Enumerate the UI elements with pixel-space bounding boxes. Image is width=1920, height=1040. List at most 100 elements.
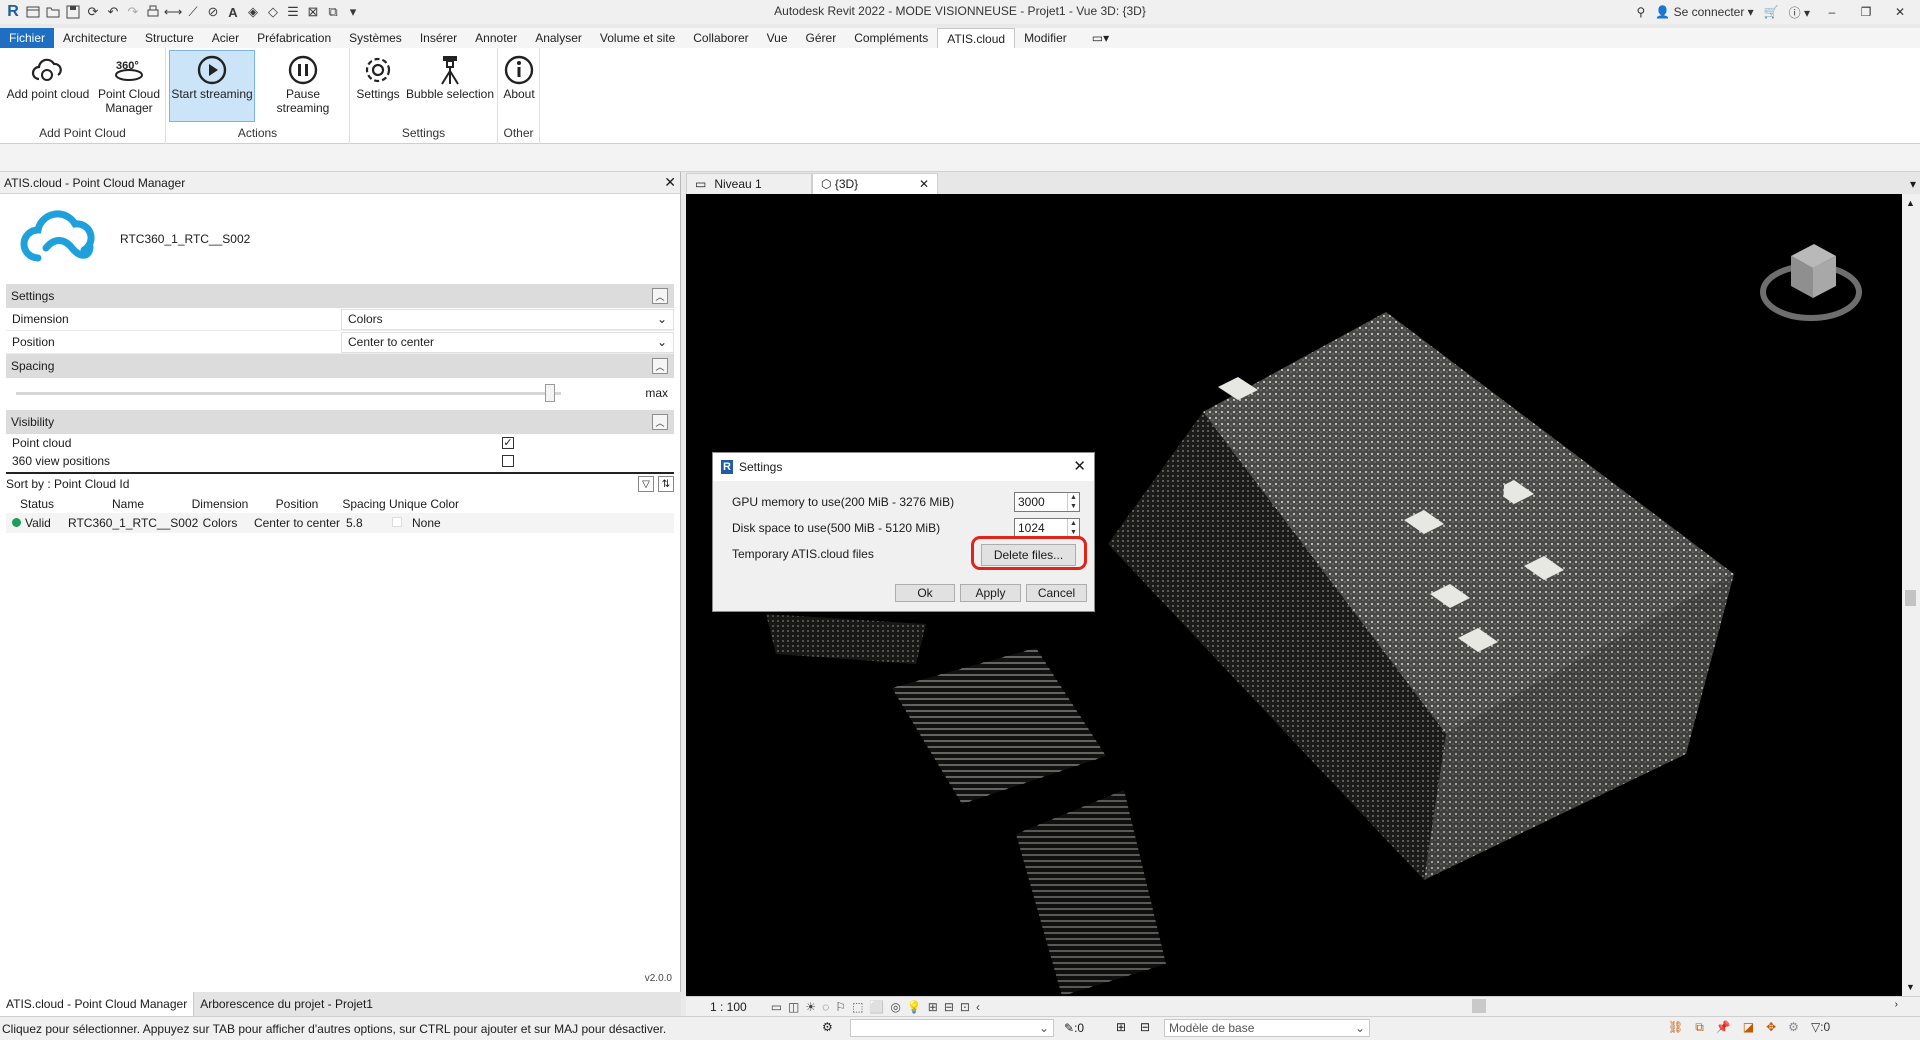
tab-annoter[interactable]: Annoter — [466, 28, 526, 48]
close-tab-icon[interactable]: ✕ — [919, 177, 929, 191]
start-streaming-button[interactable]: Start streaming — [169, 50, 255, 122]
background-process-icon[interactable]: ⚙ — [1788, 1020, 1799, 1035]
drag-elements-icon[interactable]: ✥ — [1766, 1020, 1776, 1035]
filter-status[interactable]: ▽:0 — [1811, 1020, 1830, 1035]
workset-icon[interactable]: ⚙ — [822, 1020, 833, 1034]
customize-qat-icon[interactable]: ▾ — [344, 3, 362, 21]
tab-collaborer[interactable]: Collaborer — [684, 28, 757, 48]
tab-fichier[interactable]: Fichier — [0, 28, 55, 48]
reveal-hidden-icon[interactable]: 💡 — [907, 1000, 922, 1014]
sync-icon[interactable]: ⟳ — [84, 3, 102, 21]
ok-button[interactable]: Ok — [895, 584, 955, 602]
pause-streaming-button[interactable]: Pause streaming — [258, 51, 348, 115]
spacing-slider-track[interactable] — [16, 392, 561, 395]
spin-up-icon[interactable]: ▲ — [1068, 519, 1079, 528]
detail-level-icon[interactable]: ▭ — [771, 1000, 782, 1014]
point-cloud-manager-button[interactable]: 360° Point Cloud Manager — [96, 51, 162, 115]
cart-icon[interactable]: 🛒 — [1764, 5, 1779, 19]
exclude-options-icon[interactable]: ⊟ — [1140, 1020, 1150, 1034]
view-tabs-menu-icon[interactable]: ▾ — [1906, 177, 1920, 194]
position-select[interactable]: Center to center ⌄ — [341, 331, 674, 353]
tab-complements[interactable]: Compléments — [845, 28, 937, 48]
col-dimension[interactable]: Dimension — [188, 497, 252, 511]
tab-gerer[interactable]: Gérer — [797, 28, 846, 48]
tab-3d[interactable]: ⬡ {3D} ✕ — [812, 173, 938, 194]
view-scale[interactable]: 1 : 100 — [686, 1000, 771, 1014]
scroll-up-icon[interactable]: ▲ — [1906, 198, 1915, 208]
scroll-right-icon[interactable]: › — [1895, 999, 1898, 1010]
select-by-face-icon[interactable]: ◪ — [1743, 1020, 1754, 1035]
tab-vue[interactable]: Vue — [758, 28, 797, 48]
viewport-scrollbar[interactable]: ▲ ▼ — [1902, 194, 1920, 996]
tab-systemes[interactable]: Systèmes — [340, 28, 411, 48]
point-cloud-checkbox[interactable]: ✓ — [502, 437, 514, 449]
cancel-button[interactable]: Cancel — [1026, 584, 1087, 602]
sun-path-icon[interactable]: ☀ — [805, 1000, 816, 1014]
close-icon[interactable]: ✕ — [664, 174, 676, 191]
gpu-memory-stepper[interactable]: 3000 ▲ ▼ — [1014, 492, 1080, 512]
revit-logo-icon[interactable]: R — [4, 3, 22, 21]
col-name[interactable]: Name — [68, 497, 188, 511]
switch-windows-icon[interactable]: ⧉ — [324, 3, 342, 21]
spin-down-icon[interactable]: ▼ — [1068, 502, 1079, 511]
tab-acier[interactable]: Acier — [203, 28, 248, 48]
print-icon[interactable] — [144, 3, 162, 21]
measure-icon[interactable]: ⟷ — [164, 3, 183, 21]
help-icon[interactable]: ⓘ ▾ — [1789, 4, 1810, 21]
section-icon[interactable]: ◇ — [264, 3, 282, 21]
tab-prefabrication[interactable]: Préfabrication — [248, 28, 340, 48]
view-cube[interactable] — [1760, 244, 1862, 321]
binoculars-icon[interactable]: ⚲ — [1637, 5, 1646, 19]
about-button[interactable]: About — [500, 51, 538, 101]
collapse-spacing-button[interactable]: ︿ — [652, 358, 668, 374]
save-icon[interactable] — [64, 3, 82, 21]
crop-view-icon[interactable]: ⬚ — [852, 1000, 863, 1014]
highlight-displacement-icon[interactable]: ⊟ — [944, 1000, 954, 1014]
collapse-settings-button[interactable]: ︿ — [652, 288, 668, 304]
settings-button[interactable]: Settings — [354, 51, 402, 101]
design-options-icon[interactable]: ⊞ — [1116, 1020, 1126, 1034]
workset-combo[interactable]: ⌄ — [850, 1019, 1054, 1037]
redo-icon[interactable]: ↷ — [124, 3, 142, 21]
temporary-hide-icon[interactable]: ◎ — [890, 1000, 900, 1014]
tab-inserer[interactable]: Insérer — [411, 28, 466, 48]
undo-icon[interactable]: ↶ — [104, 3, 122, 21]
col-unique-color[interactable]: Unique Color — [386, 497, 462, 511]
view360-checkbox[interactable] — [502, 455, 514, 467]
tag-icon[interactable]: ⊘ — [204, 3, 222, 21]
analytical-model-icon[interactable]: ⊞ — [928, 1000, 938, 1014]
tab-atis-cloud[interactable]: ATIS.cloud — [937, 28, 1016, 48]
scroll-down-icon[interactable]: ▼ — [1906, 982, 1915, 992]
tab-analyser[interactable]: Analyser — [526, 28, 591, 48]
restore-button[interactable]: ❐ — [1854, 5, 1878, 19]
add-point-cloud-button[interactable]: Add point cloud — [3, 51, 93, 101]
home-icon[interactable] — [24, 3, 42, 21]
spacing-slider-thumb[interactable] — [545, 384, 556, 402]
filter-icon[interactable]: ▽ — [638, 476, 654, 492]
scroll-thumb[interactable] — [1905, 590, 1916, 606]
color-swatch[interactable] — [392, 517, 402, 527]
select-pinned-icon[interactable]: 📌 — [1716, 1020, 1731, 1035]
tab-volume-site[interactable]: Volume et site — [591, 28, 684, 48]
collapse-visibility-button[interactable]: ︿ — [652, 414, 668, 430]
bubble-selection-button[interactable]: Bubble selection — [404, 51, 496, 101]
select-links-icon[interactable]: ⛓ — [1668, 1020, 1683, 1035]
tab-modifier[interactable]: Modifier — [1015, 28, 1076, 48]
dimension-select[interactable]: Colors ⌄ — [341, 308, 674, 330]
close-hidden-icon[interactable]: ⊠ — [304, 3, 322, 21]
shadows-icon[interactable]: ◌ — [822, 1000, 829, 1014]
spin-up-icon[interactable]: ▲ — [1068, 493, 1079, 502]
tab-structure[interactable]: Structure — [136, 28, 203, 48]
thin-lines-icon[interactable]: ☰ — [284, 3, 302, 21]
rendering-icon[interactable]: ⚐ — [835, 1000, 846, 1014]
col-position[interactable]: Position — [252, 497, 342, 511]
constraints-icon[interactable]: ⊡ — [960, 1000, 970, 1014]
ribbon-options-icon[interactable]: ▭▾ — [1076, 28, 1118, 48]
open-icon[interactable] — [44, 3, 62, 21]
scroll-left-icon[interactable]: ‹ — [976, 1000, 980, 1014]
close-window-button[interactable]: ✕ — [1888, 5, 1912, 19]
col-spacing[interactable]: Spacing — [342, 497, 386, 511]
tab-point-cloud-manager[interactable]: ATIS.cloud - Point Cloud Manager — [0, 992, 195, 1016]
close-dialog-icon[interactable]: ✕ — [1073, 457, 1086, 475]
tab-niveau-1[interactable]: ▭ Niveau 1 — [686, 173, 812, 194]
